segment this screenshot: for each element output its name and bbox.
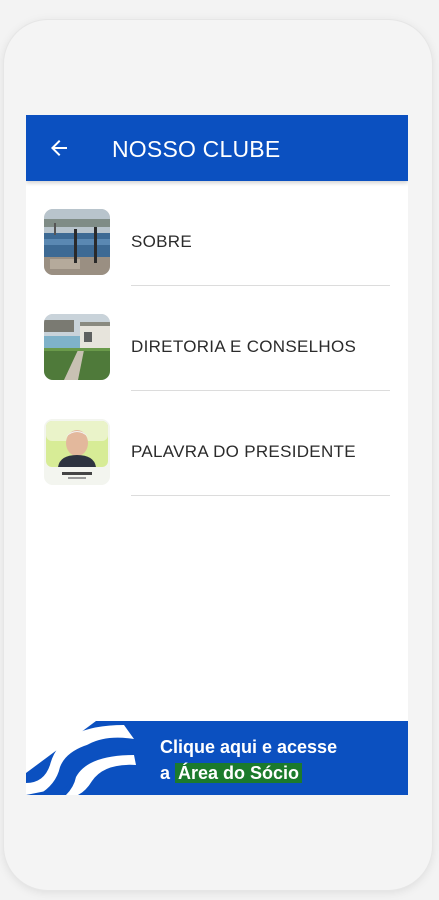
app-bar: NOSSO CLUBE: [26, 115, 408, 181]
phone-frame: NOSSO CLUBE SOBRE DIRETORIA E CONSELHOS …: [4, 20, 432, 890]
socio-area-banner[interactable]: Clique aqui e acesse a Área do Sócio: [26, 721, 408, 795]
back-button[interactable]: [44, 133, 74, 163]
banner-line1: Clique aqui e acesse: [160, 737, 338, 757]
club-logo-icon: [26, 721, 136, 795]
menu-item-diretoria[interactable]: DIRETORIA E CONSELHOS: [26, 286, 408, 391]
menu-item-label: PALAVRA DO PRESIDENTE: [131, 442, 356, 461]
banner-line2: a Área do Sócio: [160, 760, 337, 786]
banner-line2-prefix: a: [160, 763, 176, 783]
president-thumbnail: [44, 419, 110, 485]
arrow-left-icon: [51, 140, 67, 156]
banner-text: Clique aqui e acesse a Área do Sócio: [160, 734, 337, 786]
socio-area-highlight: Área do Sócio: [175, 763, 303, 783]
app-screen: NOSSO CLUBE SOBRE DIRETORIA E CONSELHOS …: [26, 115, 408, 795]
menu-item-sobre[interactable]: SOBRE: [26, 181, 408, 286]
menu-item-presidente[interactable]: PALAVRA DO PRESIDENTE: [26, 391, 408, 496]
menu-item-label: DIRETORIA E CONSELHOS: [131, 337, 357, 356]
menu-list: SOBRE DIRETORIA E CONSELHOS PALAVRA DO P…: [26, 181, 408, 496]
pool-thumbnail: [44, 209, 110, 275]
menu-item-label: SOBRE: [131, 232, 193, 251]
page-title: NOSSO CLUBE: [112, 136, 281, 162]
divider: [131, 495, 390, 496]
clubhouse-thumbnail: [44, 314, 110, 380]
